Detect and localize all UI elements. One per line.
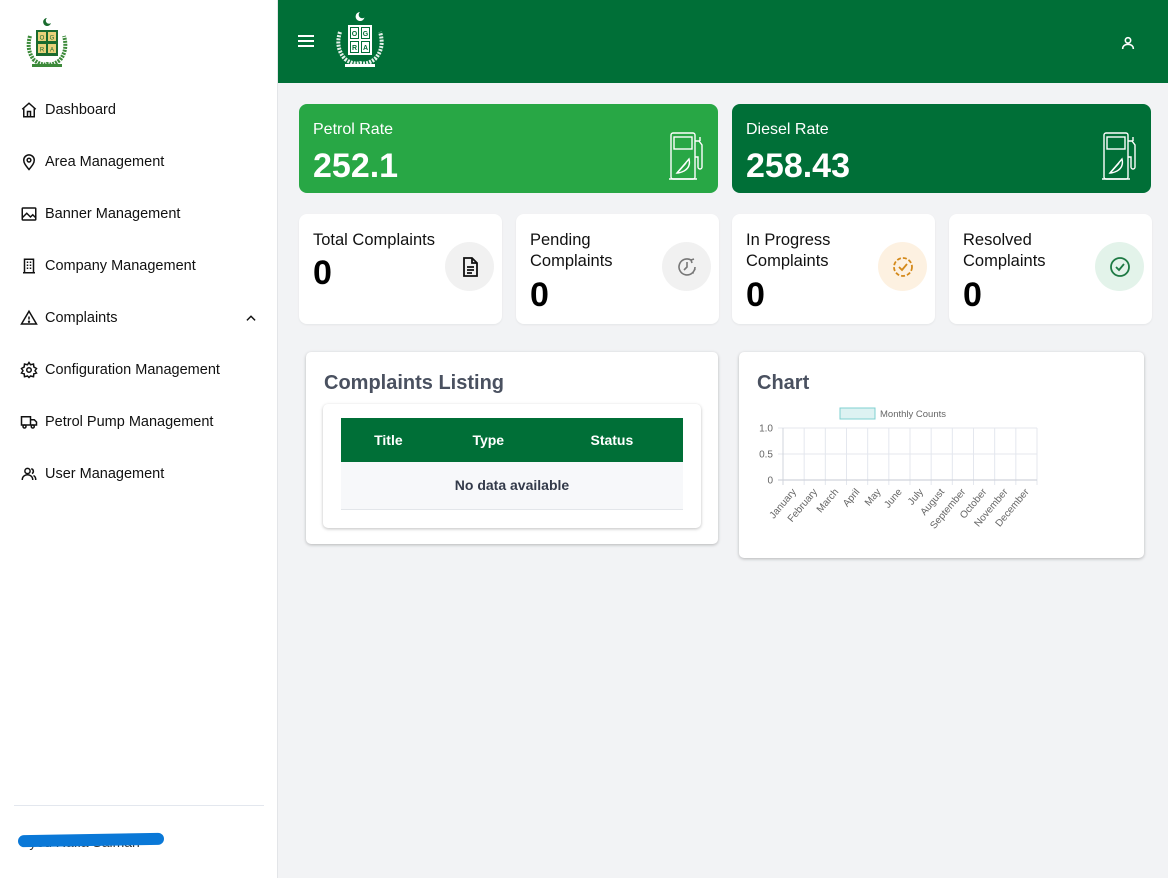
in-progress-complaints-card: In Progress Complaints 0 [732,214,935,324]
hamburger-icon [298,35,314,37]
stat-title: Total Complaints [313,231,435,249]
y-tick-label: 0 [767,476,773,487]
check-circle-icon [1095,242,1144,291]
map-pin-icon [19,152,39,172]
image-icon [19,204,39,224]
total-complaints-card: Total Complaints 0 [299,214,502,324]
stat-value: 0 [963,276,982,314]
svg-text:A: A [50,48,54,54]
x-tick-label: May [863,487,884,509]
pending-complaints-card: Pending Complaints 0 [516,214,719,324]
sidebar-divider [14,805,264,806]
ogra-logo[interactable]: O G R A [333,10,387,72]
stat-title: Pending Complaints [530,231,613,270]
column-header-type[interactable]: Type [435,418,541,462]
hamburger-menu-button[interactable] [298,35,314,49]
complaints-table: Title Type Status No data available [341,418,683,510]
svg-text:G: G [363,31,369,38]
empty-state-text: No data available [341,462,683,510]
sidebar-item-dashboard[interactable]: Dashboard [0,84,278,136]
hamburger-line [298,45,314,47]
sidebar-item-petrol-pump-management[interactable]: Petrol Pump Management [0,396,278,448]
progress-check-icon [878,242,927,291]
user-icon [1121,36,1135,50]
table-header-row: Title Type Status [341,418,683,462]
svg-text:G: G [50,36,55,42]
diesel-rate-label: Diesel Rate [746,121,829,138]
stat-title: In Progress Complaints [746,231,831,270]
complaints-table-card: Title Type Status No data available [323,404,701,528]
user-menu-button[interactable] [1120,35,1136,51]
complaints-listing-panel: Complaints Listing Title Type Status No … [306,352,718,544]
stat-value: 0 [313,254,332,292]
warning-icon [19,308,39,328]
sidebar-item-label: Configuration Management [45,362,220,378]
x-tick-label: April [841,487,862,509]
users-icon [19,464,39,484]
y-tick-label: 0.5 [759,450,773,461]
truck-icon [19,412,39,432]
svg-text:R: R [352,45,357,52]
petrol-rate-card: Petrol Rate 252.1 [299,104,718,193]
redaction-mark [17,832,165,848]
petrol-rate-label: Petrol Rate [313,121,394,138]
chevron-up-icon[interactable] [242,309,260,327]
table-row: No data available [341,462,683,510]
y-tick-label: 1.0 [759,424,773,435]
chart-panel: Chart Monthly Counts 0 0.5 1.0 January Februa… [739,352,1144,558]
sidebar: O G R A Dashboard Area Management Banner… [0,0,278,878]
svg-text:R: R [40,48,45,54]
topbar: O G R A [278,0,1168,83]
sidebar-item-area-management[interactable]: Area Management [0,136,278,188]
stat-value: 0 [530,276,549,314]
fuel-pump-icon [1102,132,1136,180]
sidebar-item-label: Area Management [45,154,165,170]
sidebar-item-banner-management[interactable]: Banner Management [0,188,278,240]
sidebar-item-label: Dashboard [45,102,116,118]
monthly-counts-chart: Monthly Counts00.51.0JanuaryFebruaryMarc… [759,407,1038,531]
petrol-rate-value: 252.1 [313,147,399,185]
building-icon [19,256,39,276]
svg-text:A: A [363,45,368,52]
home-icon [19,100,39,120]
sidebar-item-label: Petrol Pump Management [45,414,214,430]
legend-label: Monthly Counts [880,409,946,420]
sidebar-item-complaints[interactable]: Complaints [0,292,278,344]
diesel-rate-card: Diesel Rate 258.43 [732,104,1151,193]
diesel-rate-value: 258.43 [746,147,850,185]
x-tick-label: March [815,487,841,515]
sidebar-item-label: User Management [45,466,165,482]
ogra-logo[interactable]: O G R A [24,16,70,72]
sidebar-nav: Dashboard Area Management Banner Managem… [0,84,278,500]
sidebar-item-label: Complaints [45,310,118,326]
sidebar-item-label: Company Management [45,258,196,274]
document-icon [445,242,494,291]
stat-title: Resolved Complaints [963,231,1046,270]
clock-pending-icon [662,242,711,291]
fuel-pump-icon [669,132,703,180]
sidebar-item-label: Banner Management [45,206,181,222]
legend-swatch [839,407,876,420]
x-tick-label: June [882,487,905,511]
svg-text:O: O [40,36,45,42]
sidebar-item-company-management[interactable]: Company Management [0,240,278,292]
hamburger-line [298,40,314,42]
resolved-complaints-card: Resolved Complaints 0 [949,214,1152,324]
gear-icon [19,360,39,380]
sidebar-item-user-management[interactable]: User Management [0,448,278,500]
sidebar-item-configuration-management[interactable]: Configuration Management [0,344,278,396]
column-header-title[interactable]: Title [341,418,436,462]
column-header-status[interactable]: Status [540,418,683,462]
svg-text:O: O [352,31,358,38]
stat-value: 0 [746,276,765,314]
complaints-listing-title: Complaints Listing [324,372,504,394]
